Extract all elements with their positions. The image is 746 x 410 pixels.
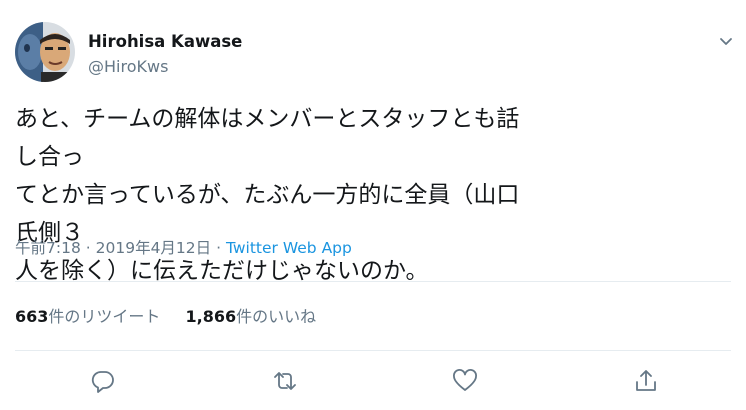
reply-icon[interactable] [89,367,117,395]
avatar-image [15,22,75,82]
tweet-text-line: あと、チームの解体はメンバーとスタッフとも話し合っ [15,106,520,170]
like-count-label: 件のいいね [236,307,317,326]
tweet-time[interactable]: 午前7:18 [15,239,81,257]
tweet-source-link[interactable]: Twitter Web App [226,239,352,257]
share-icon[interactable] [632,367,660,395]
avatar[interactable] [15,22,75,82]
meta-separator: · [216,239,222,257]
divider [15,281,731,282]
retweet-icon[interactable] [271,367,299,395]
heart-icon[interactable] [451,367,479,395]
retweet-count-label: 件のリツイート [48,307,161,326]
user-handle[interactable]: @HiroKws [88,57,168,76]
retweet-count: 663 [15,307,49,326]
like-count-link[interactable]: 1,866件のいいね [186,303,317,327]
display-name[interactable]: Hirohisa Kawase [88,32,242,51]
tweet-date[interactable]: 2019年4月12日 [96,239,212,257]
chevron-down-icon[interactable] [716,31,736,51]
divider [15,350,731,351]
retweet-count-link[interactable]: 663件のリツイート [15,303,160,327]
tweet-text: あと、チームの解体はメンバーとスタッフとも話し合っ てとか言っているが、たぶん一… [15,100,535,290]
tweet-actions [0,367,746,395]
like-count: 1,866 [185,307,237,326]
tweet-stats: 663件のリツイート 1,866件のいいね [15,303,336,327]
tweet-meta: 午前7:18 · 2019年4月12日 · Twitter Web App [15,236,352,258]
meta-separator: · [85,239,91,257]
